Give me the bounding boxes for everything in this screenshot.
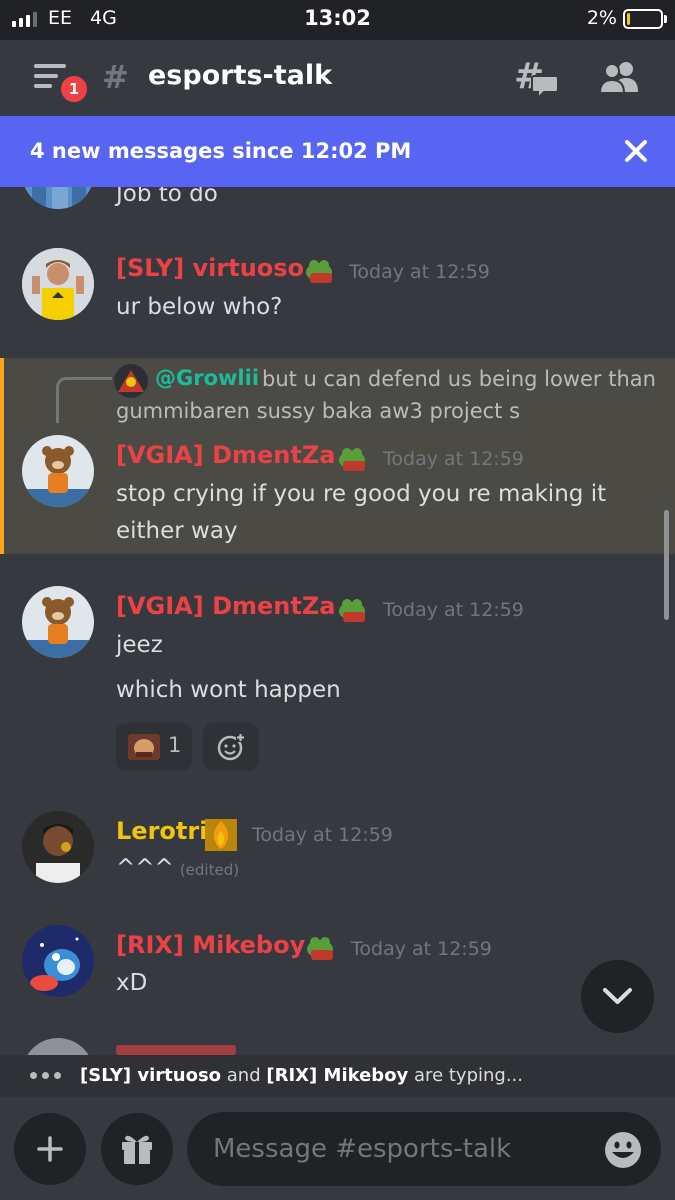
message-text: ^^^ (edited) [116, 855, 239, 881]
reaction-count: 1 [168, 733, 182, 757]
fire-emoji-icon [205, 819, 237, 851]
status-time: 13:02 [304, 6, 371, 30]
man-face-emoji-icon [128, 734, 160, 760]
status-bar: EE 4G 13:02 2% [0, 0, 675, 40]
jump-to-bottom-button[interactable] [581, 960, 654, 1033]
close-icon[interactable] [623, 138, 649, 164]
message-text: jeez [116, 632, 163, 658]
typing-user: [SLY] virtuoso [80, 1065, 222, 1086]
message-text-content: ^^^ [116, 855, 174, 881]
channel-hash-icon: # [102, 58, 129, 96]
gift-icon [122, 1135, 152, 1164]
battery-percent: 2% [586, 7, 617, 29]
typing-joiner: and [226, 1065, 261, 1086]
message-author[interactable]: [VGIA] DmentZa [116, 592, 335, 620]
message-timestamp: Today at 12:59 [383, 599, 524, 621]
channel-name[interactable]: esports-talk [148, 60, 332, 91]
battery-fill [627, 13, 630, 25]
notification-badge: 1 [58, 73, 90, 105]
avatar[interactable] [22, 1038, 94, 1055]
message-text: xD [116, 970, 148, 996]
typing-dots-icon [30, 1072, 61, 1079]
avatar[interactable] [22, 586, 94, 658]
avatar[interactable] [22, 187, 94, 209]
typing-user: [RIX] Mikeboy [266, 1065, 409, 1086]
message-timestamp: Today at 12:59 [351, 938, 492, 960]
avatar[interactable] [22, 435, 94, 507]
gift-button[interactable] [101, 1113, 173, 1185]
threads-icon[interactable]: # [514, 58, 558, 98]
new-messages-text: 4 new messages since 12:02 PM [30, 139, 412, 163]
add-reaction-icon [217, 733, 245, 761]
typing-text: [SLY] virtuoso and [RIX] Mikeboy are typ… [80, 1065, 523, 1086]
plus-icon [37, 1136, 63, 1162]
add-attachment-button[interactable] [14, 1113, 86, 1185]
add-reaction-button[interactable] [203, 723, 259, 771]
message-list[interactable]: Job to do [SLY] virtuoso Today at 12:59 … [0, 187, 675, 1055]
avatar[interactable] [22, 925, 94, 997]
members-icon[interactable] [598, 60, 642, 96]
message-text: stop crying if you re good you re making… [116, 481, 607, 507]
message-timestamp: Today at 12:59 [383, 448, 524, 470]
reaction-chip[interactable]: 1 [116, 723, 192, 771]
frog-emoji-icon [339, 448, 365, 471]
reply-preview-text[interactable]: but u can defend us being lower than [262, 367, 656, 391]
reply-preview-text[interactable]: gummibaren sussy baka aw3 project s [116, 399, 520, 423]
message-input[interactable] [187, 1112, 661, 1186]
edited-label: (edited) [179, 861, 240, 879]
message-timestamp: Today at 12:59 [349, 261, 490, 283]
message-author[interactable]: Lerotri [116, 817, 207, 845]
message-text: which wont happen [116, 677, 341, 703]
typing-suffix: are typing... [414, 1065, 523, 1086]
frog-emoji-icon [306, 260, 332, 283]
chevron-down-icon [603, 988, 632, 1004]
battery-icon [623, 9, 667, 29]
typing-indicator: [SLY] virtuoso and [RIX] Mikeboy are typ… [0, 1055, 675, 1097]
message-author[interactable]: [RIX] Mikeboy [116, 931, 305, 959]
message-author[interactable]: [VGIA] DmentZa [116, 441, 335, 469]
avatar[interactable] [22, 248, 94, 320]
message-composer [0, 1097, 675, 1200]
message-text: either way [116, 518, 238, 544]
reply-avatar[interactable] [114, 364, 148, 398]
message-timestamp: Today at 12:59 [252, 824, 393, 846]
reply-connector [56, 377, 112, 423]
frog-emoji-icon [339, 599, 365, 622]
message-author[interactable]: [SLY] virtuoso [116, 254, 304, 282]
avatar[interactable] [22, 811, 94, 883]
message-text: ur below who? [116, 294, 283, 320]
message-author-partial [116, 1045, 236, 1055]
frog-emoji-icon [307, 937, 333, 960]
scrollbar-thumb[interactable] [664, 510, 669, 620]
new-messages-banner[interactable]: 4 new messages since 12:02 PM [0, 116, 675, 187]
message-text: Job to do [116, 187, 218, 207]
channel-header: 1 # esports-talk # [0, 40, 675, 116]
reply-mention[interactable]: @Growlii [155, 366, 259, 390]
emoji-smile-icon[interactable] [603, 1130, 643, 1170]
